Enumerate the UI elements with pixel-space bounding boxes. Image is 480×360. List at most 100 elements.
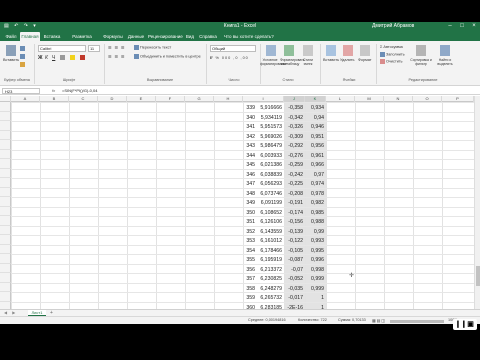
number-format-select[interactable]: Общий xyxy=(210,45,256,52)
row-header[interactable] xyxy=(0,168,11,178)
row-header[interactable] xyxy=(0,102,11,112)
cell-cos-value[interactable]: 0,961 xyxy=(285,152,324,162)
minimize-icon[interactable]: – xyxy=(444,22,456,31)
row-header[interactable] xyxy=(0,140,11,150)
row-header[interactable] xyxy=(0,244,11,254)
row-header[interactable] xyxy=(0,187,11,197)
cell-cos-value[interactable]: 0,982 xyxy=(285,199,324,209)
vertical-scrollbar[interactable] xyxy=(474,96,480,309)
row-header[interactable] xyxy=(0,216,11,226)
row-header[interactable] xyxy=(0,130,11,140)
format-as-table-button[interactable]: Форматировать как таблицу xyxy=(280,58,305,66)
cell-cos-value[interactable]: 0,996 xyxy=(285,256,324,266)
sort-filter-icon[interactable] xyxy=(416,45,426,56)
row-header[interactable] xyxy=(0,225,11,235)
row-header[interactable] xyxy=(0,149,11,159)
row-header[interactable] xyxy=(0,235,11,245)
paste-button[interactable]: Вставить xyxy=(3,58,19,62)
view-normal-icon[interactable]: ▦ ▤ ◫ xyxy=(372,318,385,323)
italic-button[interactable]: К xyxy=(45,55,48,61)
cell-cos-value[interactable]: 0,988 xyxy=(285,218,324,228)
cell-cos-value[interactable]: 0,974 xyxy=(285,180,324,190)
row-header[interactable] xyxy=(0,111,11,121)
pause-icon[interactable]: ❙❙ xyxy=(455,320,467,329)
cell-styles-button[interactable]: Стили ячеек xyxy=(300,58,316,66)
row-header[interactable] xyxy=(0,197,11,207)
row-header[interactable] xyxy=(0,121,11,131)
row-header[interactable] xyxy=(0,292,11,302)
tell-me-search[interactable]: Что вы хотите сделать? xyxy=(224,32,284,41)
delete-cells-icon[interactable] xyxy=(343,45,353,56)
cell-styles-icon[interactable] xyxy=(303,45,313,56)
fullscreen-icon[interactable]: ▣ xyxy=(466,320,475,329)
maximize-icon[interactable]: □ xyxy=(456,22,468,31)
clear-button[interactable]: Очистить xyxy=(380,59,403,64)
bold-button[interactable]: Ж xyxy=(38,55,43,61)
font-size-select[interactable]: 11 xyxy=(88,45,100,52)
tab-insert[interactable]: Вставка xyxy=(42,32,62,41)
formula-input[interactable]: =SIN(F*PI()/G)-0,04 xyxy=(62,88,472,94)
merge-center-button[interactable]: Объединить и поместить в центре xyxy=(134,54,201,59)
cell-cos-value[interactable]: 0,951 xyxy=(285,133,324,143)
row-header[interactable] xyxy=(0,263,11,273)
tab-help[interactable]: Справка xyxy=(198,32,218,41)
row-header[interactable] xyxy=(0,282,11,292)
conditional-formatting-icon[interactable] xyxy=(266,45,276,56)
find-select-button[interactable]: Найти и выделить xyxy=(434,58,456,66)
fill-button[interactable]: Заполнить xyxy=(380,52,405,57)
cell-cos-value[interactable]: 0,94 xyxy=(285,114,324,124)
tab-page-layout[interactable]: Разметка страницы xyxy=(64,32,100,48)
format-cells-icon[interactable] xyxy=(360,45,370,56)
wrap-text-button[interactable]: Переносить текст xyxy=(134,45,171,50)
align-top-icons[interactable]: ☰ ☰ ☰ xyxy=(108,45,125,50)
cell-cos-value[interactable]: 1 xyxy=(285,294,324,304)
sort-filter-button[interactable]: Сортировка и фильтр xyxy=(410,58,432,66)
font-color-icon[interactable] xyxy=(80,55,86,60)
cell-cos-value[interactable]: 0,995 xyxy=(285,247,324,257)
cell-cos-value[interactable]: 0,999 xyxy=(285,285,324,295)
currency-percent-icons[interactable]: ₽ % 000 ,0 ,00 xyxy=(210,55,249,60)
user-name[interactable]: Дмитрий Абрамов xyxy=(372,23,414,29)
insert-cells-button[interactable]: Вставить xyxy=(323,58,339,62)
format-cells-button[interactable]: Формат xyxy=(358,58,372,62)
quick-access-toolbar[interactable]: ▤ ↶ ↷ ▾ xyxy=(4,23,38,29)
tab-data[interactable]: Данные xyxy=(126,32,146,41)
format-painter-icon[interactable] xyxy=(20,62,26,67)
row-header[interactable] xyxy=(0,178,11,188)
format-as-table-icon[interactable] xyxy=(284,45,294,56)
font-name-select[interactable]: Calibri xyxy=(38,45,86,52)
tab-review[interactable]: Рецензирование xyxy=(148,32,183,41)
cell-cos-value[interactable]: 0,999 xyxy=(285,275,324,285)
copy-icon[interactable] xyxy=(20,54,26,59)
scrollbar-thumb[interactable] xyxy=(476,266,480,286)
conditional-formatting-button[interactable]: Условное форматирование xyxy=(260,58,287,66)
borders-icon[interactable] xyxy=(60,55,66,60)
tab-home[interactable]: Главная xyxy=(20,32,40,41)
fx-icon[interactable]: fx xyxy=(52,88,55,93)
cut-icon[interactable] xyxy=(20,46,26,51)
cell-cos-value[interactable]: 0,978 xyxy=(285,190,324,200)
row-header[interactable] xyxy=(0,159,11,169)
paste-icon[interactable] xyxy=(6,45,16,56)
row-header[interactable] xyxy=(0,206,11,216)
worksheet-grid[interactable]: A B C D E F G H I J K L M N O P 339 5,916… xyxy=(0,96,474,309)
close-icon[interactable]: × xyxy=(468,22,480,31)
cell-cos-value[interactable]: 0,934 xyxy=(285,104,324,114)
delete-cells-button[interactable]: Удалить xyxy=(340,58,355,62)
zoom-slider[interactable] xyxy=(390,320,444,323)
cell-cos-value[interactable]: 0,956 xyxy=(285,142,324,152)
tab-formulas[interactable]: Формулы xyxy=(102,32,124,41)
cell-cos-value[interactable]: 0,993 xyxy=(285,237,324,247)
cell-cos-value[interactable]: 0,99 xyxy=(285,228,324,238)
row-header[interactable] xyxy=(0,254,11,264)
fill-color-icon[interactable] xyxy=(70,55,76,60)
cell-cos-value[interactable]: 0,97 xyxy=(285,171,324,181)
find-select-icon[interactable] xyxy=(440,45,450,56)
insert-cells-icon[interactable] xyxy=(326,45,336,56)
row-header[interactable] xyxy=(0,301,11,309)
tab-view[interactable]: Вид xyxy=(184,32,196,41)
align-left-icons[interactable]: ☰ ☰ ☰ xyxy=(108,54,125,59)
cell-cos-value[interactable]: 0,985 xyxy=(285,209,324,219)
cell-cos-value[interactable]: 0,998 xyxy=(285,266,324,276)
cell-cos-value[interactable]: 0,946 xyxy=(285,123,324,133)
